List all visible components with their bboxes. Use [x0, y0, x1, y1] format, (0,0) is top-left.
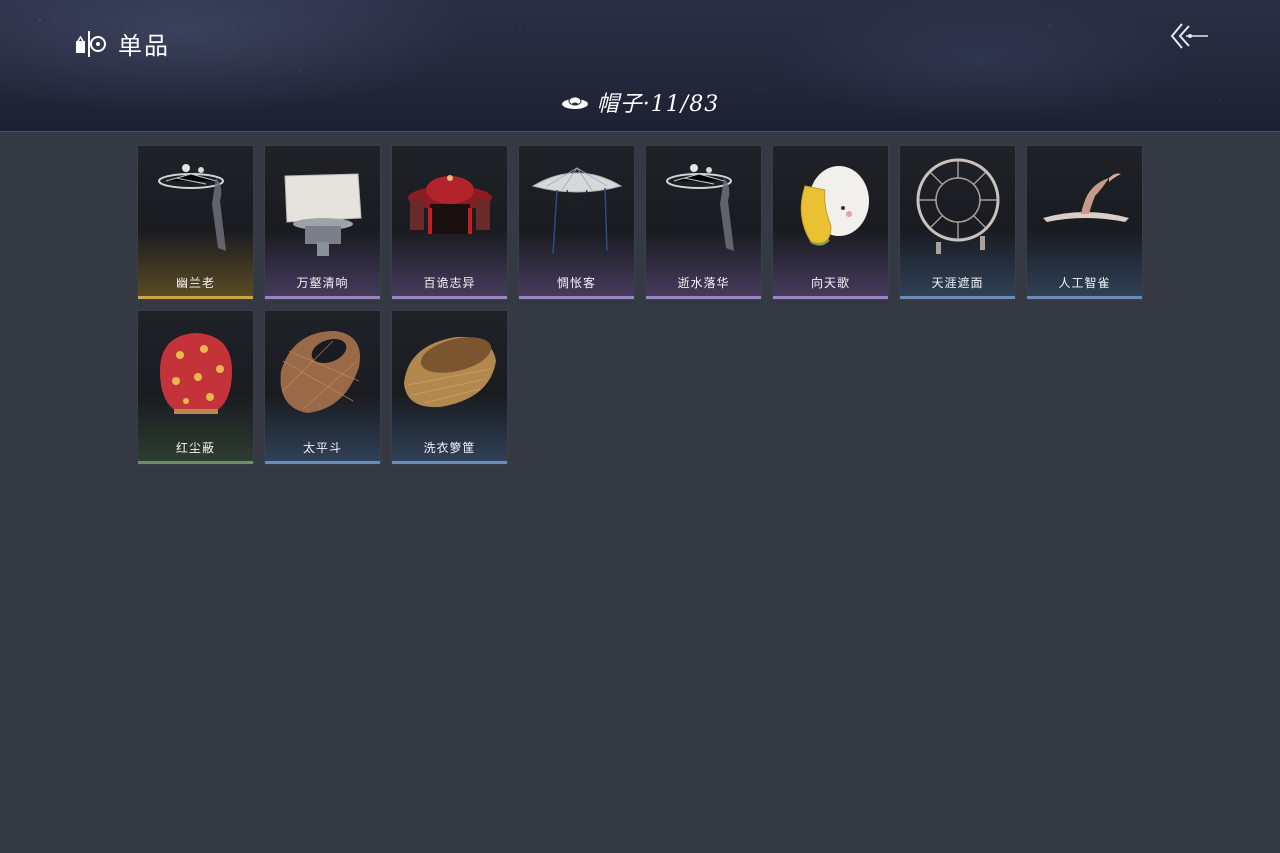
item-name: 红尘蔽	[175, 441, 215, 455]
red-tassel-hat-icon	[408, 175, 492, 234]
item-card[interactable]: 人工智雀	[1026, 145, 1143, 300]
rarity-bar	[392, 296, 507, 299]
rarity-bar	[138, 461, 253, 464]
item-name: 洗衣箩筐	[423, 441, 476, 455]
ornate-veil-hat-icon	[158, 164, 226, 251]
rarity-bar	[773, 296, 888, 299]
wardrobe-icon	[76, 30, 106, 57]
straw-conical-hat-icon	[531, 167, 623, 255]
red-head-cover-icon	[160, 333, 232, 414]
rarity-bar	[138, 296, 253, 299]
hat-icon	[561, 96, 588, 109]
item-card[interactable]: 百诡志异	[391, 145, 508, 300]
rarity-bar	[265, 296, 380, 299]
top-banner: 单品 帽子·11/83	[0, 0, 1280, 132]
item-name: 逝水落华	[677, 276, 730, 290]
wheel-hat-icon	[916, 158, 1000, 254]
rarity-bar	[900, 296, 1015, 299]
item-card[interactable]: 洗衣箩筐	[391, 310, 508, 465]
item-card[interactable]: 太平斗	[264, 310, 381, 465]
wicker-basket-hat-icon	[280, 331, 360, 413]
item-name: 惆怅客	[556, 276, 596, 290]
item-card[interactable]: 红尘蔽	[137, 310, 254, 465]
item-name: 万壑清响	[296, 276, 349, 290]
item-name: 幽兰老	[175, 276, 215, 290]
back-arrow-icon[interactable]	[1168, 20, 1210, 52]
ornate-veil-hat-icon	[666, 164, 734, 251]
category-title: 帽子·11/83	[596, 92, 720, 117]
item-card[interactable]: 惆怅客	[518, 145, 635, 300]
item-name: 天涯遮面	[931, 276, 984, 290]
item-name: 人工智雀	[1058, 276, 1111, 290]
bird-hat-icon	[1043, 173, 1129, 222]
page-title: 单品	[118, 32, 170, 60]
page-title-group: 单品	[74, 26, 170, 61]
item-card[interactable]: 向天歌	[772, 145, 889, 300]
item-card[interactable]: 天涯遮面	[899, 145, 1016, 300]
item-card[interactable]: 万壑清响	[264, 145, 381, 300]
category-title-group: 帽子·11/83	[0, 86, 1280, 118]
laundry-basket-icon	[404, 336, 496, 408]
item-grid: 幽兰老 万壑清响 百诡志异 惆怅客 逝水落华 向天歌 天涯遮面 人工智雀 红尘蔽…	[137, 145, 1143, 465]
item-name: 百诡志异	[423, 276, 476, 290]
item-name: 向天歌	[810, 276, 850, 290]
item-card[interactable]: 幽兰老	[137, 145, 254, 300]
white-square-crown-icon	[284, 173, 362, 256]
rarity-bar	[1027, 296, 1142, 299]
item-card[interactable]: 逝水落华	[645, 145, 762, 300]
duck-hood-icon	[800, 166, 869, 246]
rarity-bar	[646, 296, 761, 299]
rarity-bar	[392, 461, 507, 464]
item-name: 太平斗	[302, 441, 342, 455]
rarity-bar	[265, 461, 380, 464]
rarity-bar	[519, 296, 634, 299]
